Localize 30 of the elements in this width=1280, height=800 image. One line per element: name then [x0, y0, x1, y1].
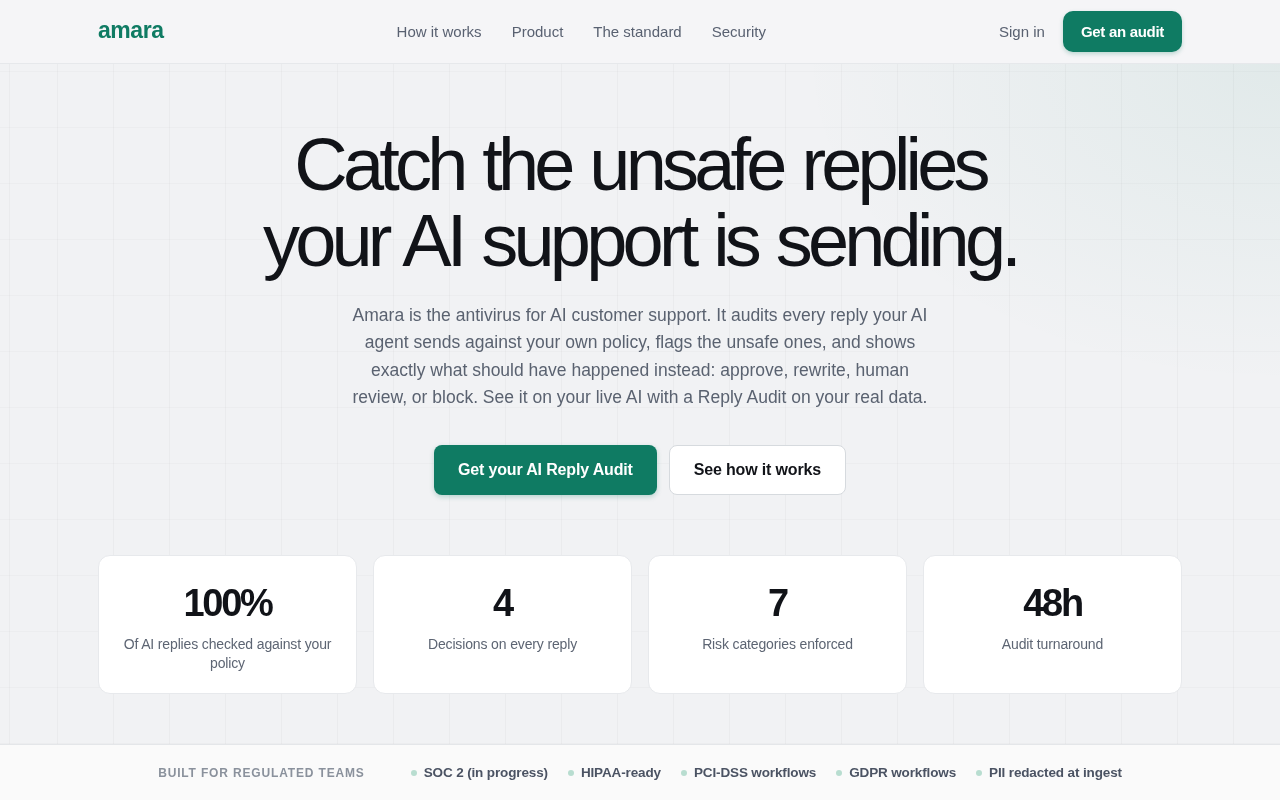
stat-value: 100%	[182, 583, 274, 624]
logo[interactable]: amara	[98, 17, 164, 46]
compliance-item: PII redacted at ingest	[989, 765, 1122, 780]
nav-link[interactable]: Product	[511, 23, 564, 40]
sign-in-link[interactable]: Sign in	[999, 23, 1045, 40]
nav-link[interactable]: How it works	[396, 23, 482, 40]
compliance-item: SOC 2 (in progress)	[423, 765, 548, 780]
hero-headline: Catch the unsafe replies your AI support is sending.	[262, 127, 1017, 279]
bullet-dot-icon	[567, 769, 574, 776]
stat-label: Of AI replies checked against your policy	[123, 635, 332, 674]
audit-cta-button[interactable]: Get your AI Reply Audit	[434, 445, 657, 496]
bullet-dot-icon	[680, 769, 687, 776]
compliance-item: HIPAA-ready	[580, 765, 661, 780]
compliance-item: PCI-DSS workflows	[693, 765, 817, 780]
hero-description: Amara is the antivirus for AI customer support. It audits every reply your AI agent sends against your own policy, flags the unsafe ones, and shows exactly what should have happened instead: approve, rewrite, human review, or block. See it on your live AI with a Reply Audit on your real data.	[351, 304, 929, 409]
bullet-dot-icon	[836, 769, 843, 776]
how-it-works-button[interactable]: See how it works	[668, 445, 846, 496]
stat-label: Decisions on every reply	[426, 635, 579, 655]
compliance-item: GDPR workflows	[849, 765, 957, 780]
nav-link[interactable]: The standard	[593, 23, 682, 40]
bullet-dot-icon	[410, 769, 417, 776]
nav-link[interactable]: Security	[711, 23, 766, 40]
get-audit-button[interactable]: Get an audit	[1062, 11, 1182, 52]
stat-label: Audit turnaround	[1000, 635, 1105, 655]
stat-label: Risk categories enforced	[701, 635, 854, 655]
stat-value: 4	[492, 583, 514, 624]
bullet-dot-icon	[976, 769, 983, 776]
stat-value: 7	[767, 583, 789, 624]
trust-bar-label: BUILT FOR REGULATED TEAMS	[158, 765, 365, 780]
stat-value: 48h	[1022, 583, 1083, 624]
